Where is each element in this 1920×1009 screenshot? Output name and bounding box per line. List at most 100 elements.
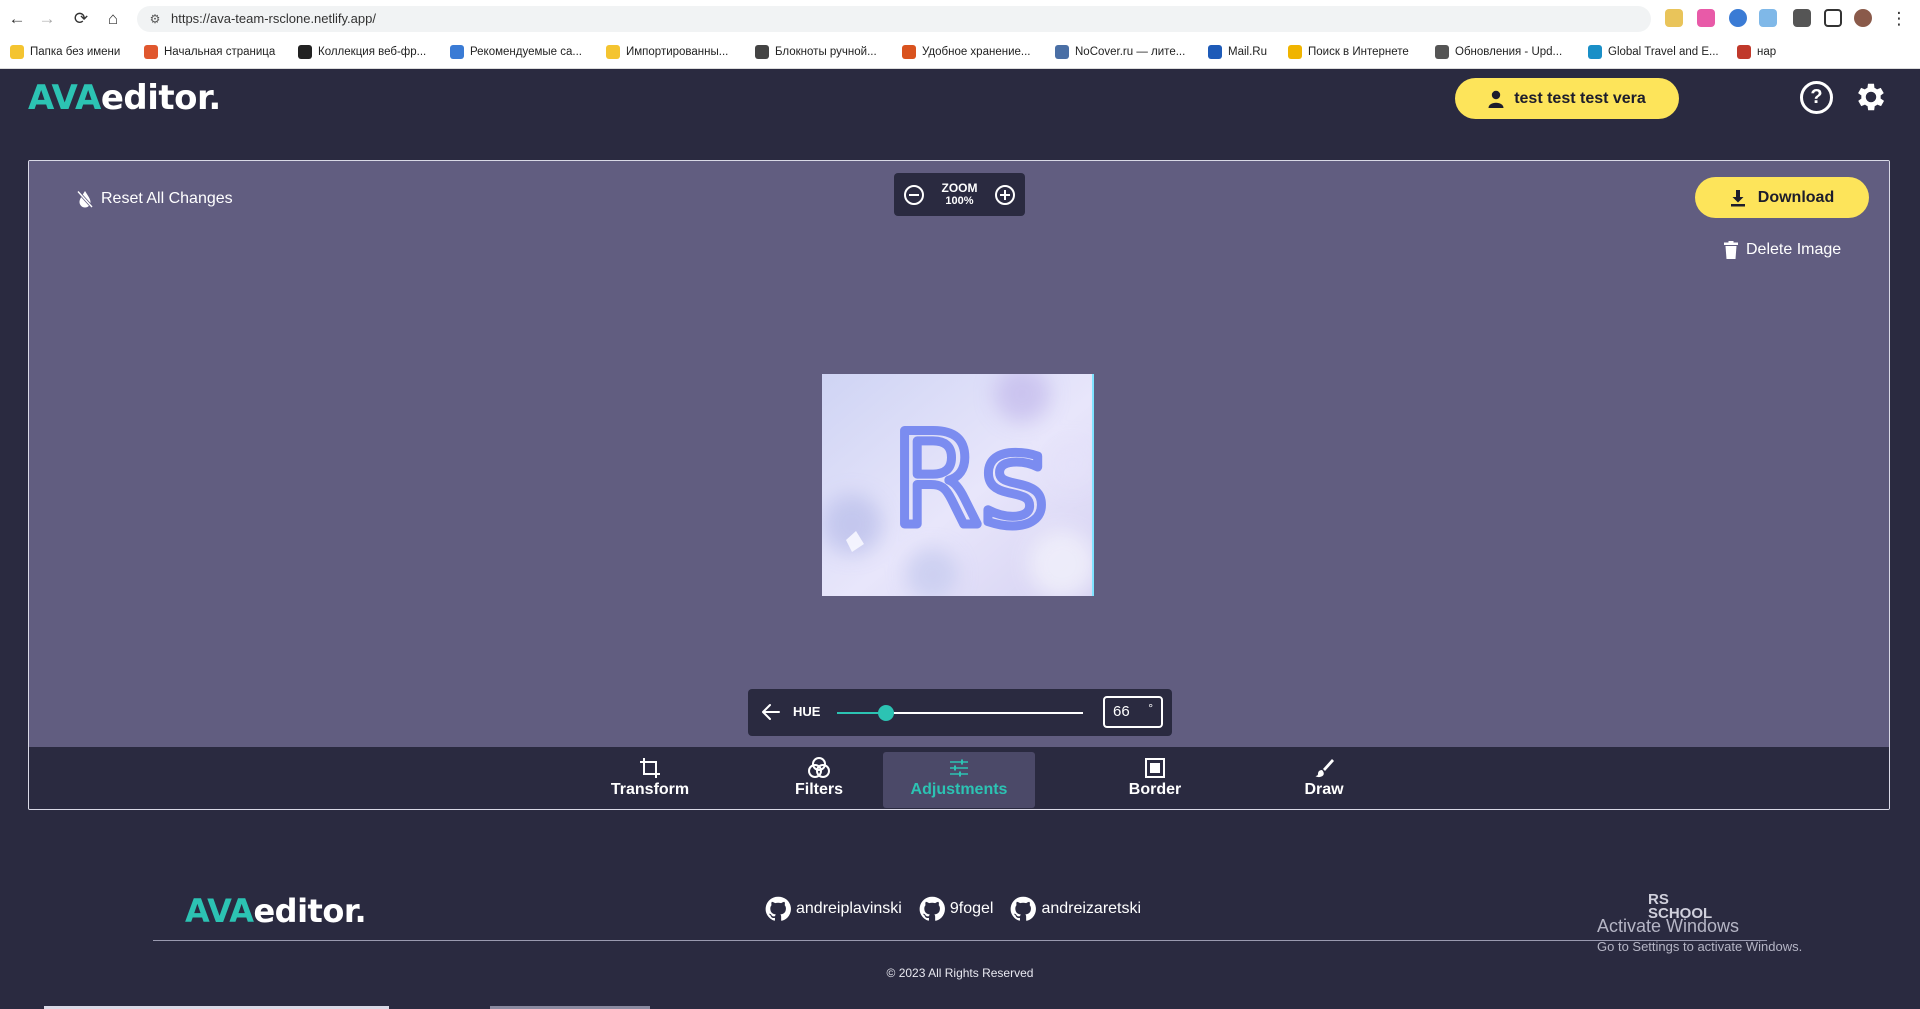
sidepanel-icon[interactable] [1824,9,1842,27]
bookmark-label: Удобное хранение... [922,46,1031,58]
hue-unit: ° [1148,701,1153,715]
github-icon [765,896,791,921]
border-icon [1145,758,1165,778]
back-arrow-icon[interactable] [760,701,782,723]
bookmark-icon [606,45,620,59]
bookmark-item[interactable]: Удобное хранение... [902,43,1030,61]
bookmark-item[interactable]: Mail.Ru [1208,43,1267,61]
user-icon [1488,90,1504,108]
zoom-readout: ZOOM 100% [942,181,978,208]
tab-label: Filters [794,781,843,798]
extension-icon[interactable] [1697,9,1715,27]
user-button[interactable]: test test test vera [1455,78,1679,119]
zoom-control: ZOOM 100% [894,173,1025,216]
hue-value: 66 [1113,703,1130,720]
extension-icon[interactable] [1759,9,1777,27]
puzzle-icon[interactable] [1793,9,1811,27]
logo-accent: AVA [28,78,101,118]
download-icon [1730,189,1745,206]
bookmark-item[interactable]: NoCover.ru — лите... [1055,43,1185,61]
forward-arrow-icon[interactable]: → [36,8,58,30]
bookmark-label: NoCover.ru — лите... [1075,46,1186,58]
help-icon[interactable]: ? [1800,81,1833,114]
logo-accent: AVA [185,892,254,930]
zoom-in-icon[interactable] [995,184,1015,205]
author-link[interactable]: 9fogel [918,895,994,923]
tab-label: Draw [1304,781,1344,798]
bookmark-icon [1737,45,1751,59]
bookmark-item[interactable]: Блокноты ручной... [755,43,877,61]
extension-icon[interactable] [1665,9,1683,27]
bookmark-icon [1435,45,1449,59]
reload-icon[interactable]: ⟳ [70,8,92,30]
tab-border[interactable]: Border [1079,752,1231,808]
activation-title: Activate Windows [1597,916,1740,936]
tab-filters[interactable]: Filters [743,752,895,808]
tab-draw[interactable]: Draw [1248,752,1400,808]
profile-avatar[interactable] [1854,9,1872,27]
bookmark-item[interactable]: Импортированны... [606,43,728,61]
bookmark-item[interactable]: Рекомендуемые са... [450,43,582,61]
delete-image-button[interactable]: Delete Image [1724,238,1841,262]
bookmark-label: Блокноты ручной... [775,46,877,58]
github-icon [1011,896,1037,921]
tab-label: Transform [610,781,690,798]
bookmark-item[interactable]: Обновления - Upd... [1435,43,1562,61]
reset-label: Reset All Changes [101,190,233,207]
address-bar[interactable]: ⚙ https://ava-team-rsclone.netlify.app/ [137,6,1651,32]
site-info-icon[interactable]: ⚙ [147,11,163,27]
edited-image[interactable]: Rs [822,374,1094,596]
tab-label: Border [1128,781,1182,798]
hue-slider-thumb[interactable] [878,705,895,721]
hue-value-input[interactable]: 66 ° [1103,696,1163,728]
tab-adjustments[interactable]: Adjustments [883,752,1035,808]
bookmark-item[interactable]: Папка без имени [10,43,120,61]
menu-dots-icon[interactable]: ⋮ [1888,8,1910,30]
bookmark-icon [1288,45,1302,59]
bookmark-label: Global Travel and E... [1608,46,1719,58]
bookmark-label: Рекомендуемые са... [470,46,582,58]
bookmark-item[interactable]: Поиск в Интернете [1288,43,1409,61]
gear-icon[interactable] [1853,79,1889,115]
brush-icon [1315,759,1334,778]
back-arrow-icon[interactable]: ← [6,8,28,30]
author-name: andreizaretski [1041,900,1142,917]
author-name: 9fogel [949,900,994,917]
hue-label: HUE [793,704,821,719]
crop-icon [640,758,660,778]
download-button[interactable]: Download [1695,177,1869,218]
footer-logo[interactable]: AVAeditor. [185,892,367,930]
bookmark-icon [298,45,312,59]
zoom-out-icon[interactable] [904,184,924,205]
image-drawn-text: Rs [892,406,1048,555]
bookmark-icon [902,45,916,59]
user-name: test test test vera [1514,89,1646,107]
app-logo[interactable]: AVAeditor. [28,78,221,118]
copyright-text: © 2023 All Rights Reserved [886,966,1034,980]
logo-rest: editor. [100,78,222,118]
bookmark-item[interactable]: Начальная страница [144,43,275,61]
bookmark-icon [10,45,24,59]
bookmark-label: Обновления - Upd... [1455,46,1563,58]
bookmark-label: Папка без имени [30,46,121,58]
bookmark-icon [450,45,464,59]
bookmark-item[interactable]: Global Travel and E... [1588,43,1719,61]
bookmark-item[interactable]: Коллекция веб-фр... [298,43,426,61]
bookmark-item[interactable]: нар [1737,43,1776,61]
author-link[interactable]: andreizaretski [1009,895,1141,923]
author-link[interactable]: andreiplavinski [764,895,902,923]
editor-frame: Reset All Changes ZOOM 100% Download Del… [28,160,1890,810]
reset-all-button[interactable]: Reset All Changes [77,187,233,211]
bookmark-label: Коллекция веб-фр... [318,46,427,58]
footer-divider [153,940,1767,941]
windows-activation-watermark: Activate Windows Go to Settings to activ… [1597,916,1802,954]
extension-icon[interactable] [1729,9,1747,27]
hue-slider[interactable] [837,705,1083,721]
bookmark-label: Импортированны... [626,46,729,58]
bookmark-icon [1208,45,1222,59]
tab-transform[interactable]: Transform [574,752,726,808]
bookmark-label: нар [1757,46,1777,58]
home-icon[interactable]: ⌂ [102,8,124,30]
hue-adjust-panel: HUE 66 ° [748,689,1172,736]
bookmark-icon [1055,45,1069,59]
